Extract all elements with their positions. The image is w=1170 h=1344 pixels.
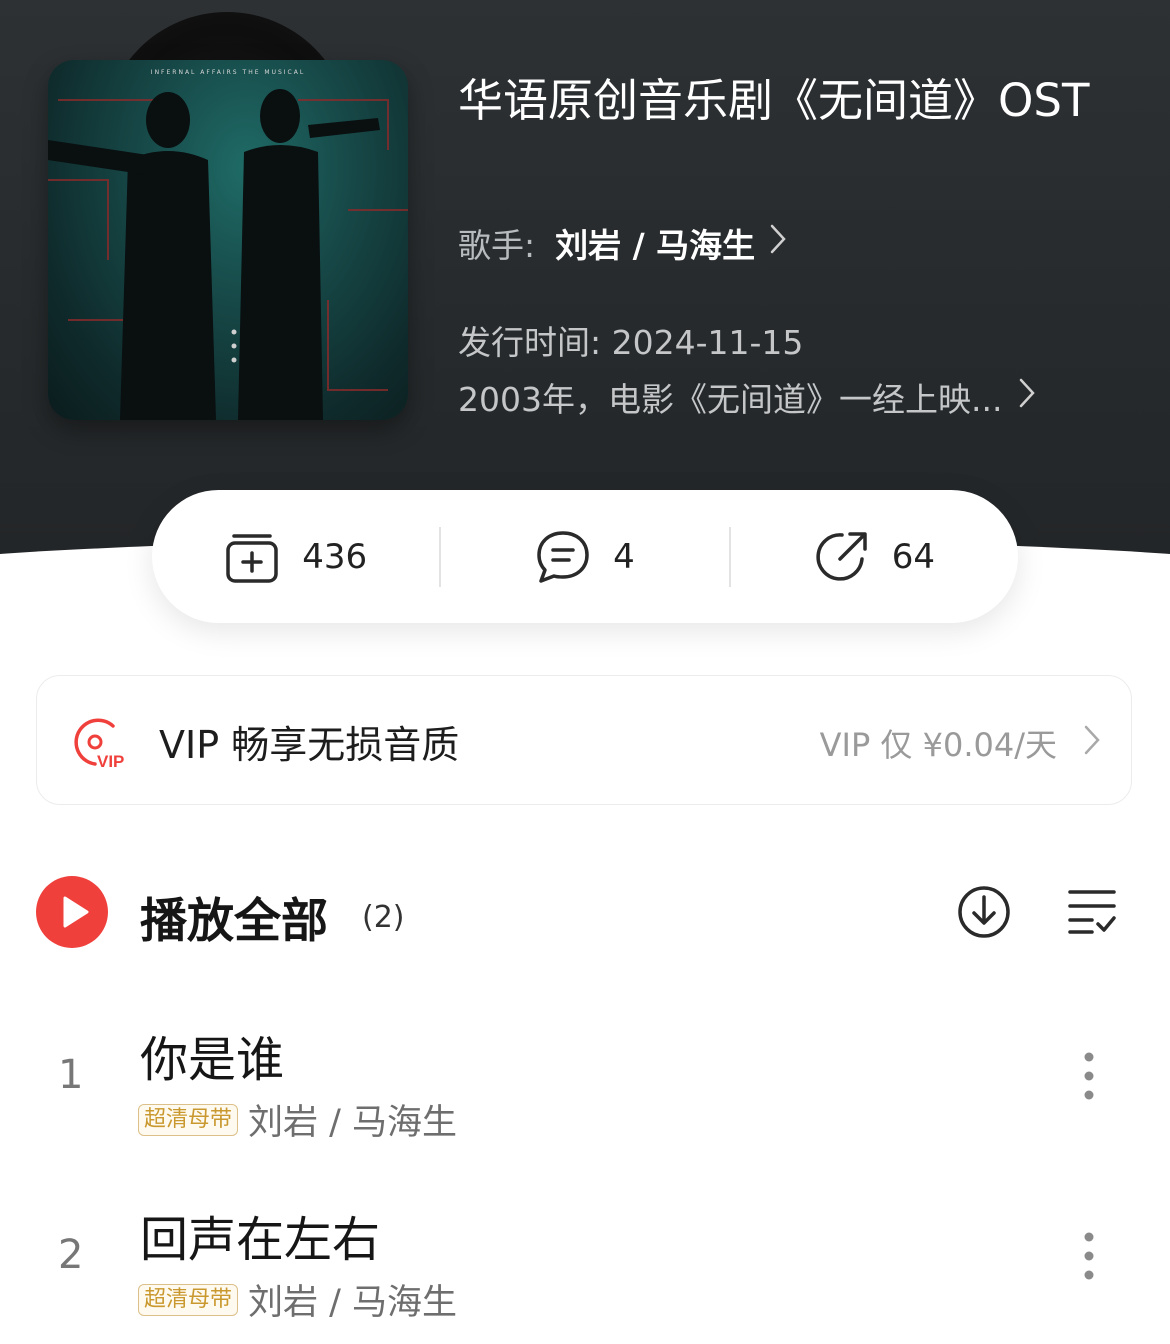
song-title: 回声在左右 bbox=[140, 1212, 381, 1268]
chevron-right-icon bbox=[1083, 724, 1101, 760]
vip-text: VIP 畅享无损音质 bbox=[159, 723, 460, 767]
more-options-icon[interactable] bbox=[1082, 1050, 1096, 1102]
chevron-right-icon bbox=[1018, 377, 1036, 417]
song-count: (2) bbox=[362, 900, 405, 935]
play-all-button[interactable] bbox=[36, 876, 108, 948]
share-count: 64 bbox=[891, 536, 935, 577]
comment-icon bbox=[537, 530, 589, 583]
svg-text:VIP: VIP bbox=[97, 752, 124, 770]
download-icon[interactable] bbox=[956, 884, 1012, 940]
album-cover[interactable]: INFERNAL AFFAIRS THE MUSICAL bbox=[48, 60, 408, 420]
collect-icon bbox=[226, 533, 278, 583]
vip-banner[interactable]: VIP VIP 畅享无损音质 VIP 仅 ¥0.04/天 bbox=[36, 675, 1132, 805]
artist-label: 歌手: bbox=[458, 226, 536, 265]
comment-button[interactable]: 4 bbox=[441, 529, 728, 585]
cover-artwork bbox=[48, 89, 408, 420]
song-row[interactable]: 2 回声在左右 超清母带 刘岩 / 马海生 bbox=[0, 1190, 1170, 1340]
action-bar: 436 4 64 bbox=[152, 490, 1018, 623]
song-artist: 刘岩 / 马海生 bbox=[248, 1103, 458, 1143]
artist-link[interactable]: 歌手: 刘岩 / 马海生 bbox=[458, 218, 787, 268]
share-icon bbox=[816, 531, 867, 581]
multi-select-icon[interactable] bbox=[1066, 886, 1118, 936]
description-text: 2003年，电影《无间道》一经上映... bbox=[458, 380, 1003, 419]
cover-caption: INFERNAL AFFAIRS THE MUSICAL bbox=[150, 69, 306, 76]
song-meta: 超清母带 刘岩 / 马海生 bbox=[138, 1274, 457, 1325]
song-meta: 超清母带 刘岩 / 马海生 bbox=[138, 1094, 457, 1145]
song-row[interactable]: 1 你是谁 超清母带 刘岩 / 马海生 bbox=[0, 1010, 1170, 1160]
play-all-label[interactable]: 播放全部 bbox=[140, 882, 328, 951]
quality-badge: 超清母带 bbox=[138, 1283, 239, 1316]
song-index: 2 bbox=[58, 1232, 84, 1278]
vip-disc-icon: VIP bbox=[74, 718, 124, 770]
collect-count: 436 bbox=[302, 536, 368, 577]
album-description[interactable]: 2003年，电影《无间道》一经上映... bbox=[458, 372, 1108, 422]
song-title: 你是谁 bbox=[140, 1032, 285, 1088]
vip-price: VIP 仅 ¥0.04/天 bbox=[819, 726, 1057, 764]
release-date: 发行时间: 2024-11-15 bbox=[458, 323, 804, 362]
collect-button[interactable]: 436 bbox=[152, 529, 439, 585]
play-icon bbox=[63, 896, 89, 928]
quality-badge: 超清母带 bbox=[138, 1103, 239, 1136]
comment-count: 4 bbox=[613, 536, 635, 577]
artist-name[interactable]: 刘岩 / 马海生 bbox=[555, 219, 755, 267]
song-artist: 刘岩 / 马海生 bbox=[248, 1283, 458, 1323]
more-options-icon[interactable] bbox=[1082, 1230, 1096, 1282]
album-header: INFERNAL AFFAIRS THE MUSICAL 华语原创音乐剧《无间道… bbox=[0, 0, 1170, 560]
song-index: 1 bbox=[58, 1052, 84, 1098]
share-button[interactable]: 64 bbox=[731, 529, 1018, 585]
chevron-right-icon bbox=[769, 223, 787, 263]
album-title: 华语原创音乐剧《无间道》OST bbox=[458, 74, 1090, 127]
